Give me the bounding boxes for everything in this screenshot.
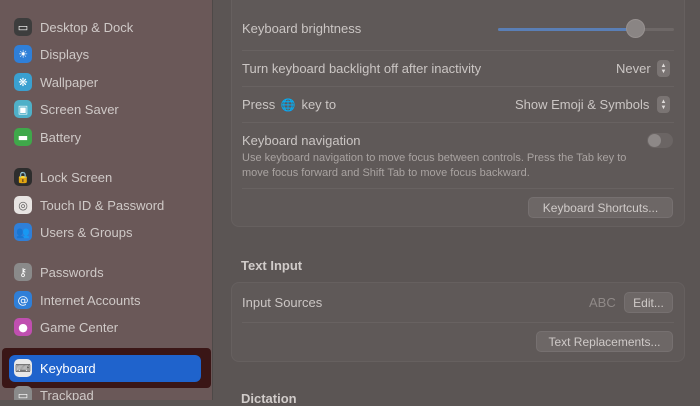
sidebar-item-label: Internet Accounts	[40, 292, 141, 308]
sidebar-item-label: Users & Groups	[40, 224, 133, 240]
sidebar-item-label: Touch ID & Password	[40, 197, 165, 213]
fingerprint-icon: ◎	[14, 196, 32, 214]
sidebar-item-label: Game Center	[40, 319, 119, 335]
keyboard-navigation-toggle[interactable]	[647, 133, 673, 148]
sidebar-item-wallpaper[interactable]: ❋ Wallpaper	[12, 69, 202, 95]
sidebar-item-label: Screen Saver	[40, 101, 119, 117]
divider	[242, 122, 674, 123]
dock-icon: ▭	[14, 18, 32, 36]
keyboard-shortcuts-button[interactable]: Keyboard Shortcuts...	[528, 197, 673, 218]
text-replacements-button[interactable]: Text Replacements...	[536, 331, 673, 352]
press-prefix: Press	[242, 97, 276, 112]
input-sources-value: ABC	[589, 295, 616, 310]
main-pane: Keyboard brightness Turn keyboard backli…	[213, 0, 700, 406]
sidebar-item-screen-saver[interactable]: ▣ Screen Saver	[12, 96, 202, 122]
screen-saver-icon: ▣	[14, 100, 32, 118]
game-center-icon: ●	[14, 318, 32, 336]
at-icon: @	[14, 291, 32, 309]
press-key-stepper-icon[interactable]: ▲ ▼	[657, 96, 670, 113]
dictation-title: Dictation	[241, 391, 297, 406]
brightness-slider-thumb[interactable]	[626, 19, 646, 38]
keyboard-icon: ⌨	[14, 359, 32, 377]
keyboard-navigation-description: Use keyboard navigation to move focus be…	[242, 152, 627, 179]
press-key-value[interactable]: Show Emoji & Symbols	[515, 97, 649, 112]
trackpad-icon: ▭	[14, 386, 32, 400]
sidebar-item-keyboard[interactable]: ⌨ Keyboard	[12, 355, 202, 381]
divider	[242, 188, 674, 189]
divider	[242, 86, 674, 87]
backlight-timeout-value[interactable]: Never	[616, 61, 651, 76]
sidebar-item-trackpad[interactable]: ▭ Trackpad	[12, 382, 202, 400]
lock-icon: 🔒	[14, 168, 32, 186]
backlight-timeout-label: Turn keyboard backlight off after inacti…	[242, 61, 482, 76]
text-input-title: Text Input	[241, 258, 303, 273]
input-sources-label: Input Sources	[242, 295, 323, 310]
users-icon: 👥	[14, 223, 32, 241]
edit-input-sources-button[interactable]: Edit...	[624, 292, 673, 313]
globe-icon: 🌐	[280, 98, 296, 112]
key-icon: ⚷	[14, 263, 32, 281]
divider	[242, 50, 674, 51]
sidebar-item-label: Lock Screen	[40, 169, 113, 185]
battery-icon: ▬	[14, 128, 32, 146]
keyboard-navigation-label: Keyboard navigation	[242, 133, 361, 148]
sidebar-item-displays[interactable]: ☀ Displays	[12, 41, 202, 67]
sidebar-item-label: Wallpaper	[40, 74, 99, 90]
sidebar-item-label: Trackpad	[40, 387, 94, 401]
backlight-stepper-icon[interactable]: ▲ ▼	[657, 60, 670, 77]
sidebar-item-internet-accounts[interactable]: @ Internet Accounts	[12, 287, 202, 313]
sidebar-item-label: Passwords	[40, 264, 104, 280]
sidebar-item-passwords[interactable]: ⚷ Passwords	[12, 259, 202, 285]
press-key-label: Press 🌐 key to	[242, 97, 336, 112]
divider	[242, 322, 674, 323]
sidebar-item-label: Desktop & Dock	[40, 19, 134, 35]
displays-icon: ☀	[14, 45, 32, 63]
sidebar-item-label: Keyboard	[40, 360, 96, 376]
sidebar: ▭ Desktop & Dock ☀ Displays ❋ Wallpaper ▣ Scree…	[0, 0, 213, 400]
sidebar-item-battery[interactable]: ▬ Battery	[12, 124, 202, 150]
sidebar-item-lock-screen[interactable]: 🔒 Lock Screen	[12, 164, 202, 190]
sidebar-item-desktop-dock[interactable]: ▭ Desktop & Dock	[12, 14, 202, 40]
keyboard-settings-card: Keyboard brightness Turn keyboard backli…	[231, 0, 685, 227]
sidebar-item-label: Battery	[40, 129, 82, 145]
text-input-card: Input Sources ABC Edit... Text Replaceme…	[231, 282, 685, 362]
sidebar-item-users-groups[interactable]: 👥 Users & Groups	[12, 219, 202, 245]
sidebar-item-label: Displays	[40, 46, 90, 62]
toggle-knob	[648, 134, 661, 147]
sidebar-item-touch-id-password[interactable]: ◎ Touch ID & Password	[12, 192, 202, 218]
keyboard-brightness-label: Keyboard brightness	[242, 21, 362, 36]
press-suffix: key to	[301, 97, 337, 112]
brightness-slider-fill	[498, 28, 636, 31]
sidebar-item-game-center[interactable]: ● Game Center	[12, 314, 202, 340]
wallpaper-icon: ❋	[14, 73, 32, 91]
